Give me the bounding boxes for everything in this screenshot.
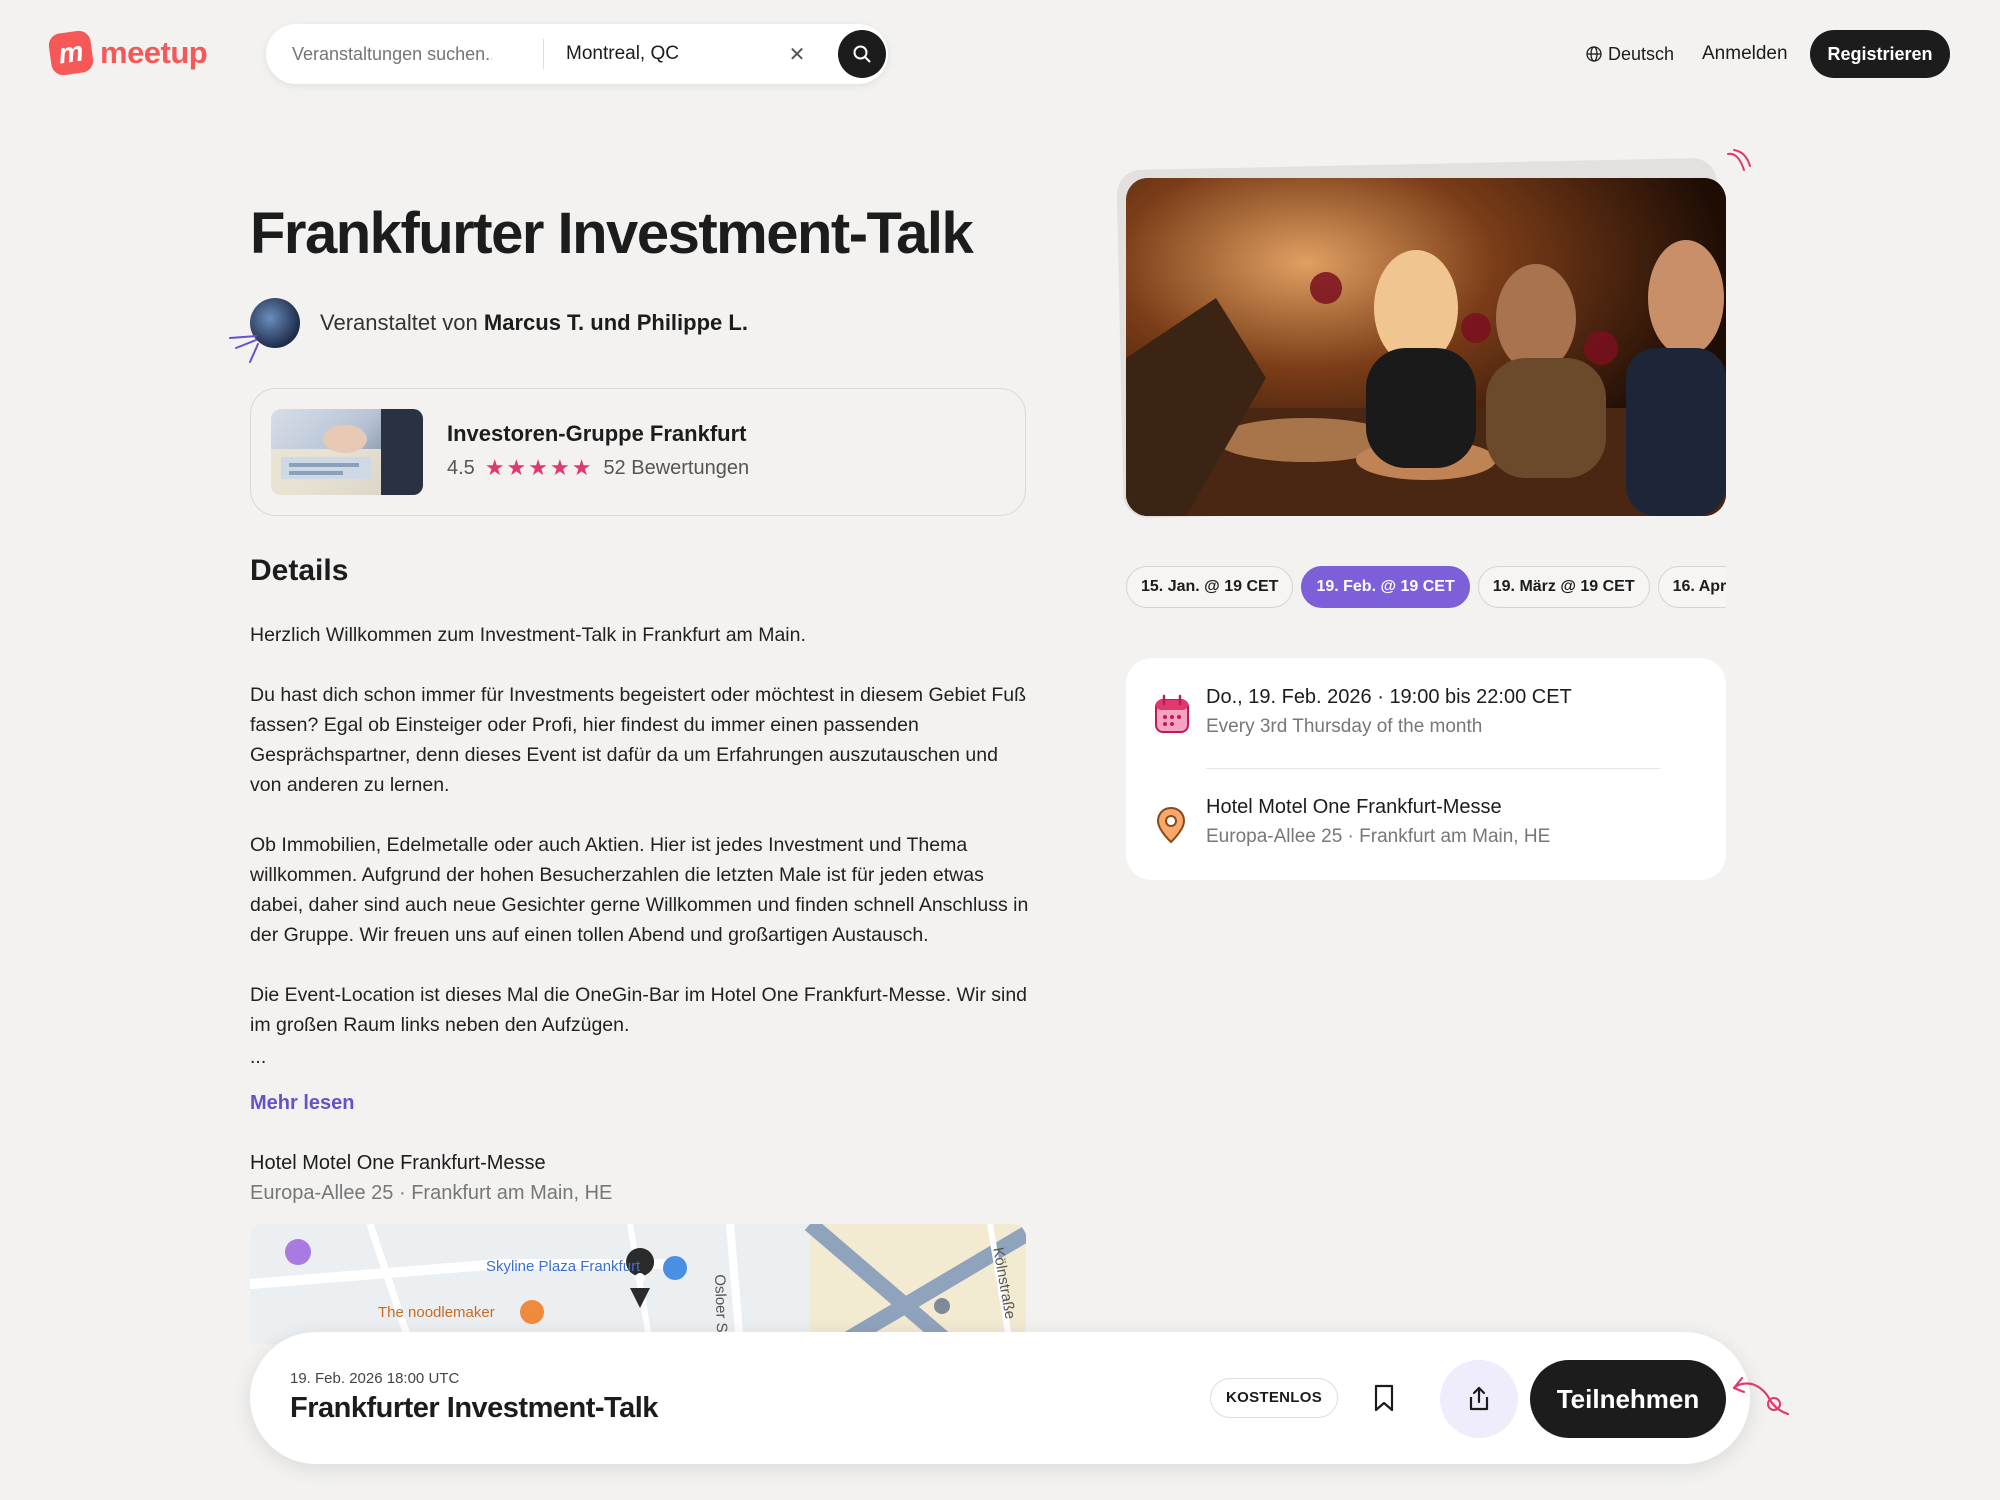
decorative-lines-icon bbox=[229, 335, 259, 363]
search-divider bbox=[543, 39, 544, 69]
date-chip[interactable]: 16. Apr. bbox=[1657, 566, 1726, 608]
globe-icon bbox=[1586, 46, 1602, 62]
venue-address: Europa-Allee 25 · Frankfurt am Main, HE bbox=[1206, 826, 1551, 847]
bookmark-button[interactable] bbox=[1368, 1380, 1400, 1416]
map-roads bbox=[250, 1224, 1026, 1344]
date-chip[interactable]: 15. Jan. @ 19 CET bbox=[1126, 566, 1294, 608]
date-selector: 15. Jan. @ 19 CET 19. Feb. @ 19 CET 19. Mä… bbox=[1126, 566, 1726, 608]
hosted-by-label: Veranstaltet von bbox=[320, 310, 478, 335]
review-count: 52 Bewertungen bbox=[603, 456, 750, 479]
search-bar: ✕ bbox=[266, 24, 888, 84]
description-paragraph: Du hast dich schon immer für Investments… bbox=[250, 684, 1027, 796]
group-name: Investoren-Gruppe Frankfurt bbox=[447, 421, 747, 446]
date-chip-selected[interactable]: 19. Feb. @ 19 CET bbox=[1301, 566, 1470, 608]
event-title: Frankfurter Investment-Talk bbox=[250, 201, 974, 266]
bar-event-title: Frankfurter Investment-Talk bbox=[290, 1392, 658, 1424]
event-info-card: Do., 19. Feb. 2026 · 19:00 bis 22:00 CET… bbox=[1126, 658, 1726, 880]
logo-text: meetup bbox=[100, 35, 208, 70]
venue-address: Europa-Allee 25 · Frankfurt am Main, HE bbox=[250, 1182, 613, 1204]
details-heading: Details bbox=[250, 554, 349, 587]
share-button[interactable] bbox=[1440, 1360, 1518, 1438]
search-button[interactable] bbox=[838, 30, 886, 78]
language-label: Deutsch bbox=[1608, 43, 1675, 64]
description-paragraph: Herzlich Willkommen zum Investment-Talk … bbox=[250, 624, 806, 646]
meetup-logo[interactable]: m meetup bbox=[47, 29, 208, 77]
host-names[interactable]: Marcus T. und Philippe L. bbox=[484, 310, 748, 335]
search-input[interactable] bbox=[292, 24, 492, 84]
search-icon bbox=[853, 45, 871, 63]
share-icon bbox=[1469, 1386, 1489, 1411]
decorative-lines-icon bbox=[1727, 149, 1751, 171]
info-divider bbox=[1206, 768, 1660, 769]
group-thumbnail bbox=[271, 409, 423, 495]
event-description: Herzlich Willkommen zum Investment-Talk … bbox=[250, 620, 1030, 1102]
host-text: Veranstaltet von Marcus T. und Philippe … bbox=[320, 310, 748, 336]
event-image bbox=[1126, 178, 1726, 516]
login-link[interactable]: Anmelden bbox=[1702, 40, 1788, 68]
bar-event-date: 19. Feb. 2026 18:00 UTC bbox=[290, 1370, 460, 1387]
calendar-icon bbox=[1155, 694, 1189, 733]
venue-name: Hotel Motel One Frankfurt-Messe bbox=[250, 1152, 546, 1174]
clear-location-icon[interactable]: ✕ bbox=[784, 41, 810, 67]
description-paragraph: Die Event-Location ist dieses Mal die On… bbox=[250, 984, 1028, 1036]
event-datetime: Do., 19. Feb. 2026 · 19:00 bis 22:00 CET bbox=[1206, 686, 1572, 708]
host-info: Veranstaltet von Marcus T. und Philippe … bbox=[250, 298, 748, 348]
venue-map[interactable]: Skyline Plaza Frankfurt The noodlemaker … bbox=[250, 1224, 1026, 1344]
rating-stars-icon: ★★★★★ bbox=[484, 455, 594, 480]
register-button[interactable]: Registrieren bbox=[1810, 30, 1950, 78]
location-input[interactable] bbox=[566, 24, 766, 84]
map-label: Skyline Plaza Frankfurt bbox=[486, 1258, 641, 1275]
event-recurrence: Every 3rd Thursday of the month bbox=[1206, 716, 1483, 737]
event-photo bbox=[1116, 157, 1726, 519]
join-button[interactable]: Teilnehmen bbox=[1530, 1360, 1726, 1438]
date-chip[interactable]: 19. März @ 19 CET bbox=[1477, 566, 1650, 608]
price-badge: KOSTENLOS bbox=[1210, 1378, 1339, 1418]
top-nav: m meetup ✕ Deutsch Anmelden Registrieren bbox=[0, 0, 2000, 110]
description-paragraph: Ob Immobilien, Edelmetalle oder auch Akt… bbox=[250, 834, 1029, 946]
venue-name[interactable]: Hotel Motel One Frankfurt-Messe bbox=[1206, 796, 1502, 819]
sticky-action-bar: 19. Feb. 2026 18:00 UTC Frankfurter Inve… bbox=[250, 1332, 1750, 1464]
decorative-arrow-icon bbox=[1732, 1376, 1790, 1416]
map-label: The noodlemaker bbox=[378, 1304, 495, 1321]
description-ellipsis: ... bbox=[250, 1046, 267, 1068]
read-more-link[interactable]: Mehr lesen bbox=[250, 1092, 354, 1115]
language-selector[interactable]: Deutsch bbox=[1586, 40, 1674, 68]
location-pin-icon bbox=[1156, 806, 1186, 844]
logo-mark-icon: m bbox=[47, 29, 95, 77]
bookmark-icon bbox=[1374, 1384, 1394, 1412]
group-card[interactable]: Investoren-Gruppe Frankfurt 4.5 ★★★★★ 52… bbox=[250, 388, 1026, 516]
rating-value: 4.5 bbox=[447, 456, 475, 479]
group-rating: 4.5 ★★★★★ 52 Bewertungen bbox=[447, 455, 749, 481]
